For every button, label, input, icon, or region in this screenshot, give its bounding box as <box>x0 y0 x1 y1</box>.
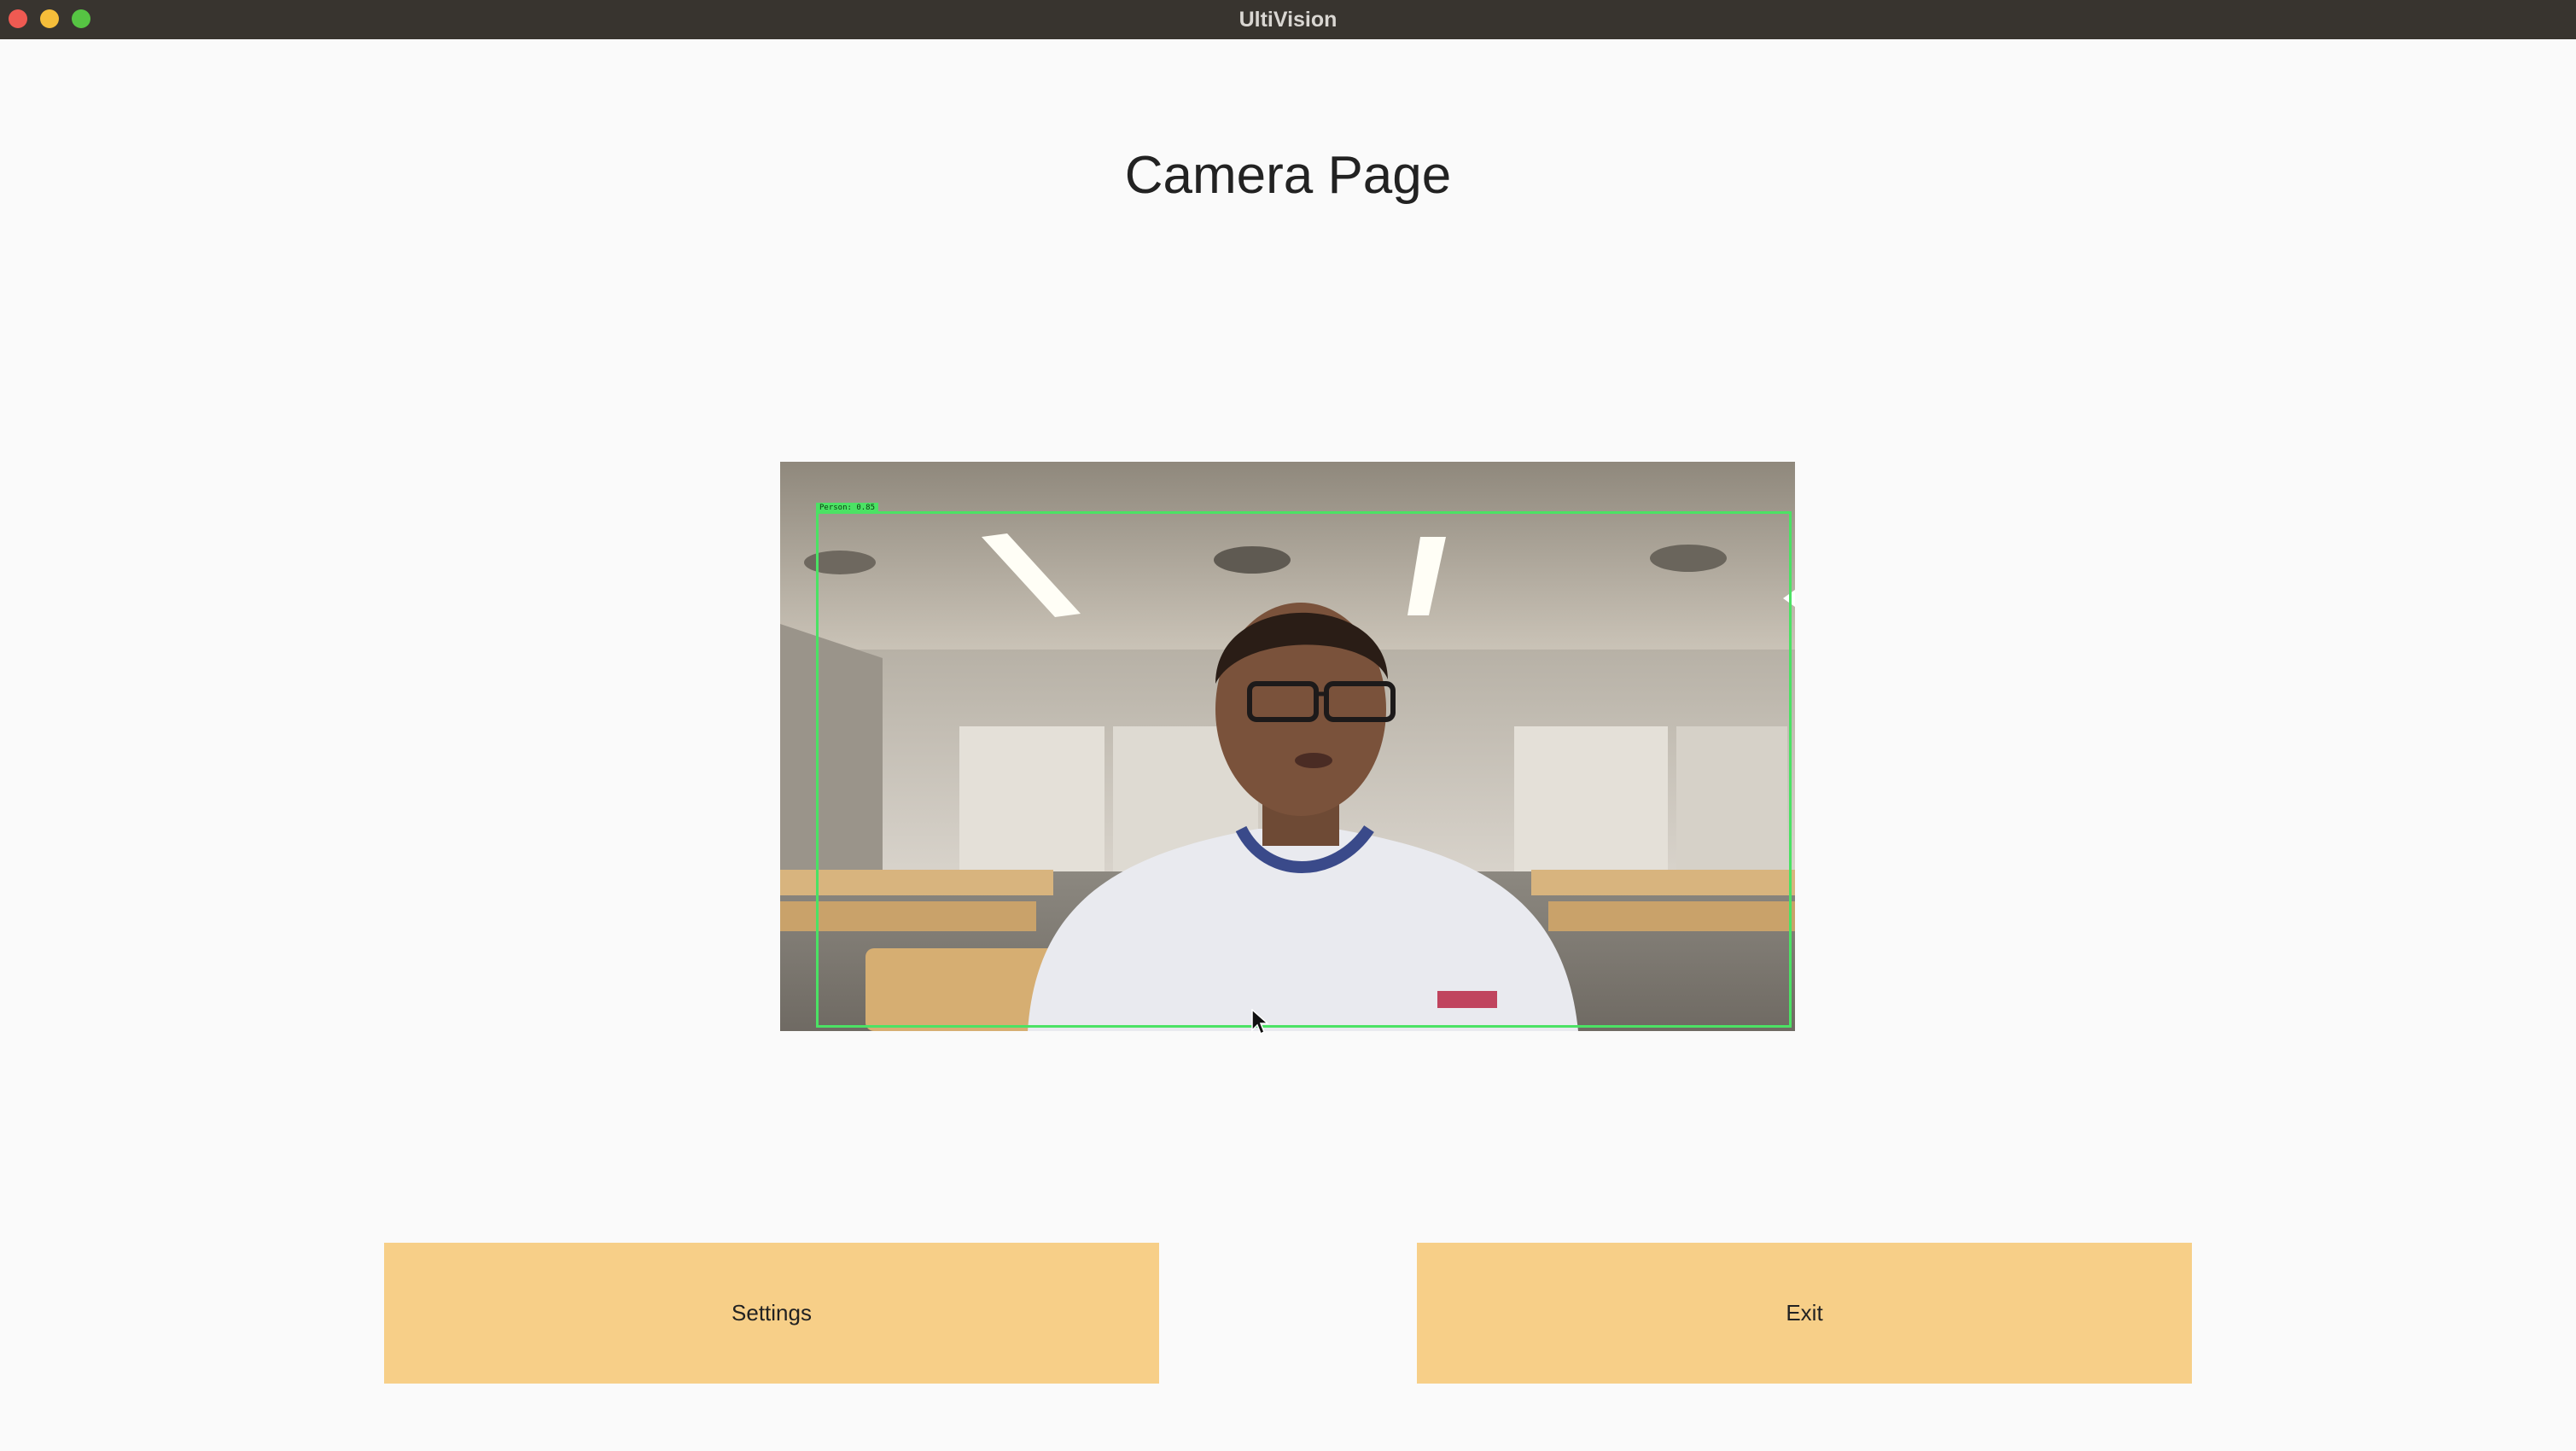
detection-bounding-box <box>816 511 1792 1028</box>
settings-button[interactable]: Settings <box>384 1243 1159 1384</box>
mouse-pointer-icon <box>1251 1009 1269 1035</box>
detection-label: Person: 0.85 <box>816 503 879 513</box>
window-title: UltiVision <box>1238 8 1338 32</box>
exit-button[interactable]: Exit <box>1417 1243 2192 1384</box>
window-titlebar: UltiVision <box>0 0 2576 39</box>
camera-feed: Person: 0.85 <box>780 462 1795 1031</box>
page-title: Camera Page <box>1124 146 1452 205</box>
